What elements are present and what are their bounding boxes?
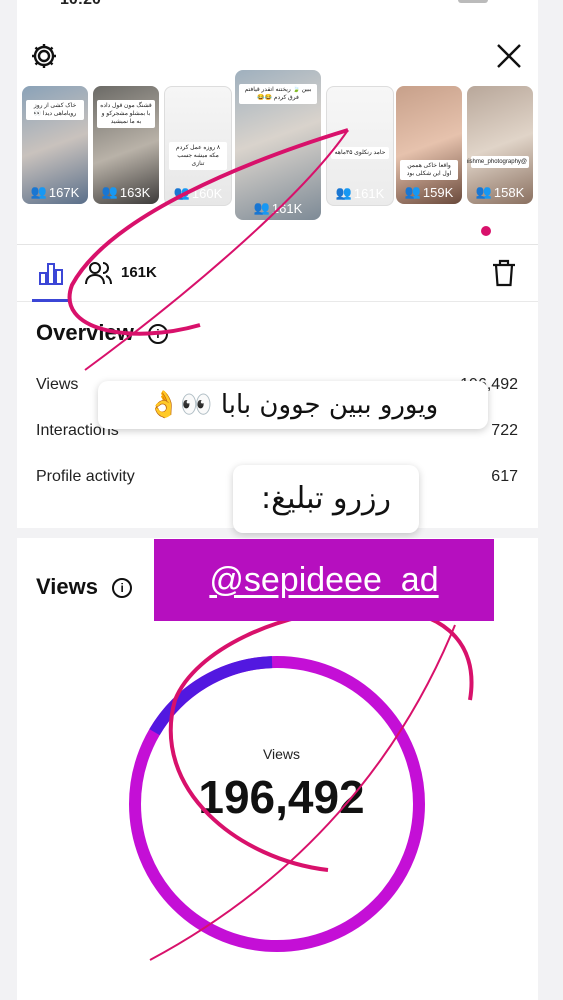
scribble-line — [149, 624, 456, 961]
text-sticker-view-comment: ویورو ببین جوون بابا 👀👌 — [98, 381, 488, 429]
ad-handle-link[interactable]: @sepideee_ad — [154, 539, 494, 621]
text-sticker-reserve-ad: رزرو تبلیغ: — [233, 465, 419, 533]
scribble-line — [67, 128, 349, 336]
